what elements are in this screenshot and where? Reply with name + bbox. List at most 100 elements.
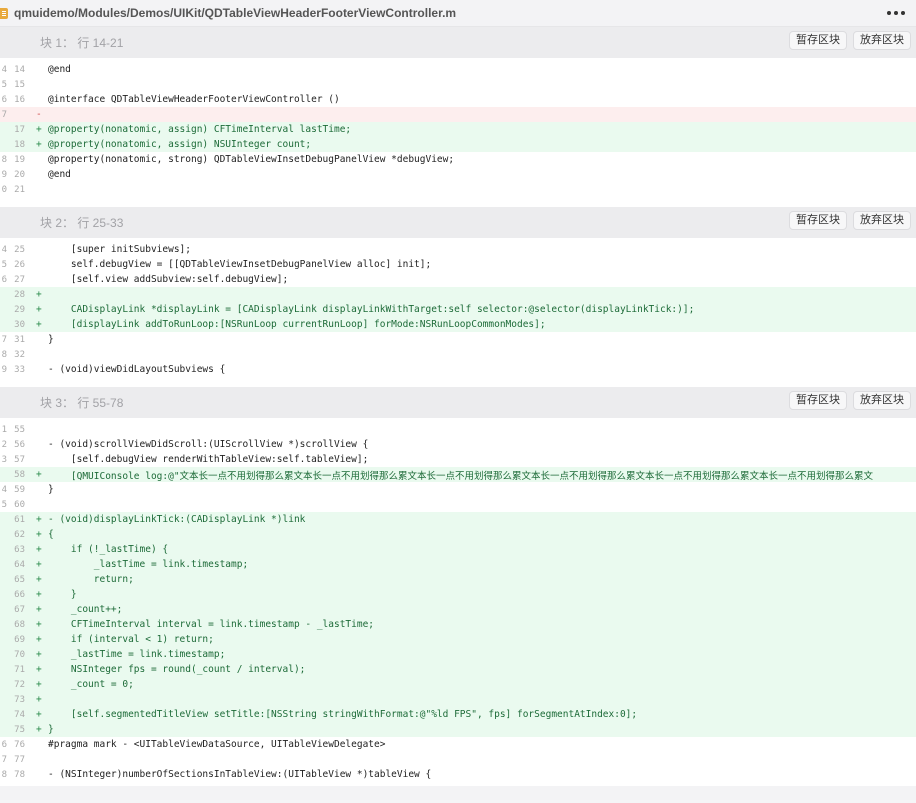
diff-line-added[interactable]: 62 + {	[0, 527, 916, 542]
diff-line-added[interactable]: 70 + _lastTime = link.timestamp;	[0, 647, 916, 662]
diff-line-added[interactable]: 65 + return;	[0, 572, 916, 587]
diff-marker: +	[36, 139, 42, 150]
new-line-number: 76	[14, 739, 25, 750]
diff-line-context[interactable]: 7 77	[0, 752, 916, 767]
diff-line-added[interactable]: 68 + CFTimeInterval interval = link.times…	[0, 617, 916, 632]
new-line-number: 33	[14, 364, 25, 375]
diff-line-context[interactable]: 1 55	[0, 422, 916, 437]
diff-line-added[interactable]: 63 + if (!_lastTime) {	[0, 542, 916, 557]
new-line-number: 74	[14, 709, 25, 720]
file-path: qmuidemo/Modules/Demos/UIKit/QDTableView…	[14, 6, 457, 20]
diff-line-added[interactable]: 30 + [displayLink addToRunLoop:[NSRunLoop…	[0, 317, 916, 332]
code-text: [displayLink addToRunLoop:[NSRunLoop cur…	[48, 319, 546, 330]
diff-line-removed[interactable]: 7-	[0, 107, 916, 122]
hunk-title: 块 1： 行 14-21	[40, 36, 124, 50]
new-line-number: 59	[14, 484, 25, 495]
diff-marker: +	[36, 709, 42, 720]
code-text: - (NSInteger)numberOfSectionsInTableView…	[48, 769, 432, 780]
diff-line-added[interactable]: 71 + NSInteger fps = round(_count / inter…	[0, 662, 916, 677]
diff-line-added[interactable]: 69 + if (interval < 1) return;	[0, 632, 916, 647]
diff-marker: +	[36, 319, 42, 330]
diff-line-context[interactable]: 5 15	[0, 77, 916, 92]
diff-line-context[interactable]: 3 57 [self.debugView renderWithTableView:…	[0, 452, 916, 467]
diff-line-added[interactable]: 72 + _count = 0;	[0, 677, 916, 692]
more-horizontal-icon[interactable]	[881, 3, 911, 23]
new-line-number: 31	[14, 334, 25, 345]
diff-line-context[interactable]: 8 78 - (NSInteger)numberOfSectionsInTable…	[0, 767, 916, 782]
diff-line-context[interactable]: 7 31 }	[0, 332, 916, 347]
code-text: }	[48, 589, 77, 600]
old-line-number: 4	[1, 64, 7, 75]
old-line-number: 6	[1, 739, 7, 750]
new-line-number: 72	[14, 679, 25, 690]
diff-marker: +	[36, 289, 42, 300]
new-line-number: 28	[14, 289, 25, 300]
new-line-number: 73	[14, 694, 25, 705]
new-line-number: 58	[14, 469, 25, 480]
diff-marker	[25, 754, 48, 765]
stage-hunk-button[interactable]: 暂存区块	[789, 391, 847, 410]
diff-line-context[interactable]: 8 32	[0, 347, 916, 362]
diff-line-context[interactable]: 8 19 @property(nonatomic, strong) QDTable…	[0, 152, 916, 167]
new-line-number: 20	[14, 169, 25, 180]
diff-marker: +	[36, 529, 42, 540]
diff-marker: +	[36, 469, 42, 480]
diff-line-added[interactable]: 29 + CADisplayLink *displayLink = [CADisp…	[0, 302, 916, 317]
diff-line-added[interactable]: 64 + _lastTime = link.timestamp;	[0, 557, 916, 572]
diff-line-context[interactable]: 5 26 self.debugView = [[QDTableViewInsetD…	[0, 257, 916, 272]
hunk-header: 块 2： 行 25-33 暂存区块 放弃区块	[0, 207, 916, 238]
diff-line-added[interactable]: 61 + - (void)displayLinkTick:(CADisplayLin…	[0, 512, 916, 527]
new-line-number: 21	[14, 184, 25, 195]
stage-hunk-button[interactable]: 暂存区块	[789, 31, 847, 50]
old-line-number: 5	[1, 79, 7, 90]
code-text: [QMUIConsole log:@"文本长一点不用划得那么累文本长一点不用划得…	[48, 470, 874, 482]
new-line-number: 63	[14, 544, 25, 555]
diff-marker	[25, 244, 48, 255]
diff-marker	[25, 484, 48, 495]
diff-line-context[interactable]: 9 33 - (void)viewDidLayoutSubviews {	[0, 362, 916, 377]
diff-line-added[interactable]: 75 +}	[0, 722, 916, 737]
diff-marker	[25, 274, 48, 285]
diff-marker: +	[36, 649, 42, 660]
new-line-number: 55	[14, 424, 25, 435]
new-line-number: 69	[14, 634, 25, 645]
code-text: [self.debugView renderWithTableView:self…	[48, 454, 369, 465]
diff-marker	[25, 94, 48, 105]
diff-line-added[interactable]: 74 + [self.segmentedTitleView setTitle:[N…	[0, 707, 916, 722]
diff-line-context[interactable]: 9 20 @end	[0, 167, 916, 182]
hunk-actions: 暂存区块 放弃区块	[789, 391, 911, 410]
code-text: - (void)viewDidLayoutSubviews {	[48, 364, 226, 375]
code-text: - (void)displayLinkTick:(CADisplayLink *…	[48, 514, 306, 525]
diff-line-context[interactable]: 4 59 }	[0, 482, 916, 497]
diff-line-context[interactable]: 0 21	[0, 182, 916, 197]
diff-line-added[interactable]: 17 + @property(nonatomic, assign) CFTimeIn…	[0, 122, 916, 137]
diff-line-context[interactable]: 2 56 - (void)scrollViewDidScroll:(UIScrol…	[0, 437, 916, 452]
diff-marker	[25, 439, 48, 450]
diff-line-context[interactable]: 5 60	[0, 497, 916, 512]
discard-hunk-button[interactable]: 放弃区块	[853, 31, 911, 50]
diff-line-context[interactable]: 6 16 @interface QDTableViewHeaderFooterVi…	[0, 92, 916, 107]
diff-line-added[interactable]: 28 +	[0, 287, 916, 302]
diff-line-added[interactable]: 67 + _count++;	[0, 602, 916, 617]
diff-line-context[interactable]: 4 25 [super initSubviews];	[0, 242, 916, 257]
old-line-number: 8	[1, 349, 7, 360]
diff-line-added[interactable]: 66 + }	[0, 587, 916, 602]
new-line-number: 32	[14, 349, 25, 360]
diff-line-context[interactable]: 4 14 @end	[0, 62, 916, 77]
discard-hunk-button[interactable]: 放弃区块	[853, 211, 911, 230]
old-line-number: 9	[1, 169, 7, 180]
stage-hunk-button[interactable]: 暂存区块	[789, 211, 847, 230]
diff-line-context[interactable]: 6 27 [self.view addSubview:self.debugView…	[0, 272, 916, 287]
diff-line-added[interactable]: 58 + [QMUIConsole log:@"文本长一点不用划得那么累文本长一点…	[0, 467, 916, 482]
diff-line-added[interactable]: 18 + @property(nonatomic, assign) NSUInteg…	[0, 137, 916, 152]
new-line-number: 71	[14, 664, 25, 675]
old-line-number: 4	[1, 484, 7, 495]
new-line-number: 19	[14, 154, 25, 165]
discard-hunk-button[interactable]: 放弃区块	[853, 391, 911, 410]
diff-line-added[interactable]: 73 +	[0, 692, 916, 707]
diff-marker: +	[36, 124, 42, 135]
diff-marker: +	[36, 514, 42, 525]
diff-line-context[interactable]: 6 76 #pragma mark - <UITableViewDataSourc…	[0, 737, 916, 752]
diff-marker: +	[36, 664, 42, 675]
old-line-number: 4	[1, 244, 7, 255]
